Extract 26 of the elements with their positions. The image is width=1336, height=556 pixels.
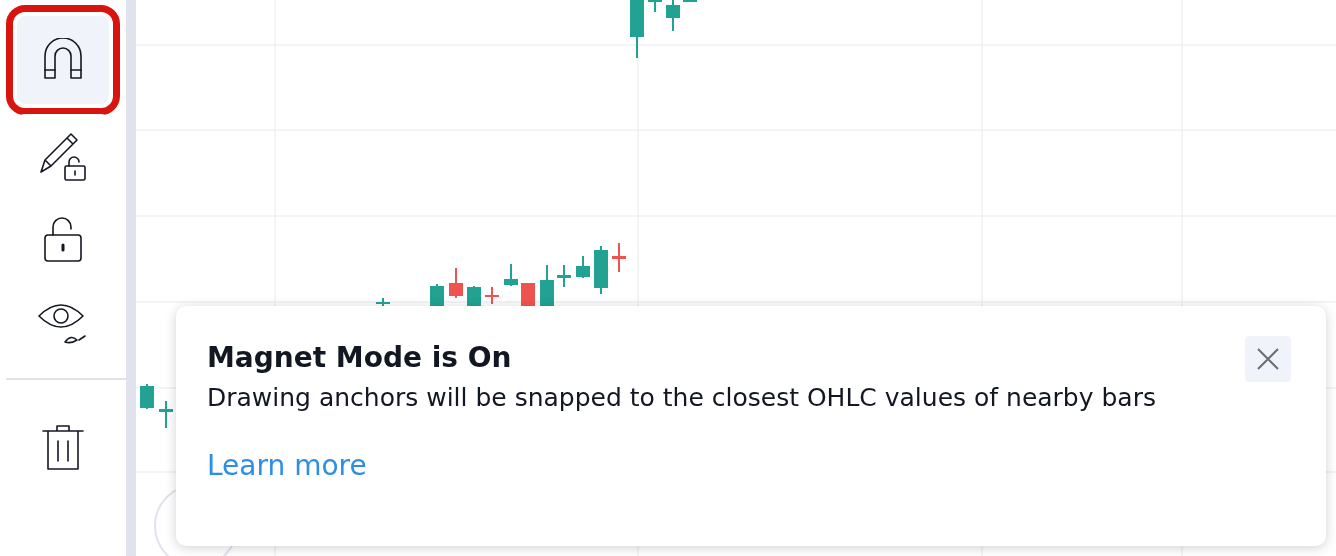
lock-icon bbox=[41, 215, 85, 265]
candle bbox=[666, 0, 680, 32]
candle bbox=[612, 242, 626, 273]
magnet-icon bbox=[41, 38, 85, 82]
candle bbox=[576, 255, 590, 279]
candle bbox=[630, 0, 644, 59]
close-button[interactable] bbox=[1245, 336, 1291, 382]
candle bbox=[430, 283, 444, 307]
candle bbox=[648, 0, 662, 13]
candle bbox=[557, 264, 571, 288]
trash-icon bbox=[41, 423, 85, 473]
candle bbox=[540, 264, 554, 307]
candle bbox=[521, 282, 535, 307]
popup-title: Magnet Mode is On bbox=[207, 340, 512, 376]
popup-message: Drawing anchors will be snapped to the closest OHLC values of nearby bars bbox=[207, 382, 1157, 414]
candle bbox=[683, 0, 697, 3]
candle bbox=[485, 286, 499, 305]
candle bbox=[159, 400, 173, 429]
candle bbox=[449, 267, 463, 299]
candle bbox=[467, 285, 481, 307]
candle bbox=[504, 263, 518, 287]
close-icon bbox=[1256, 347, 1280, 371]
candle bbox=[376, 297, 390, 307]
candle bbox=[594, 245, 608, 295]
learn-more-link[interactable]: Learn more bbox=[207, 446, 367, 486]
candle bbox=[140, 383, 154, 410]
